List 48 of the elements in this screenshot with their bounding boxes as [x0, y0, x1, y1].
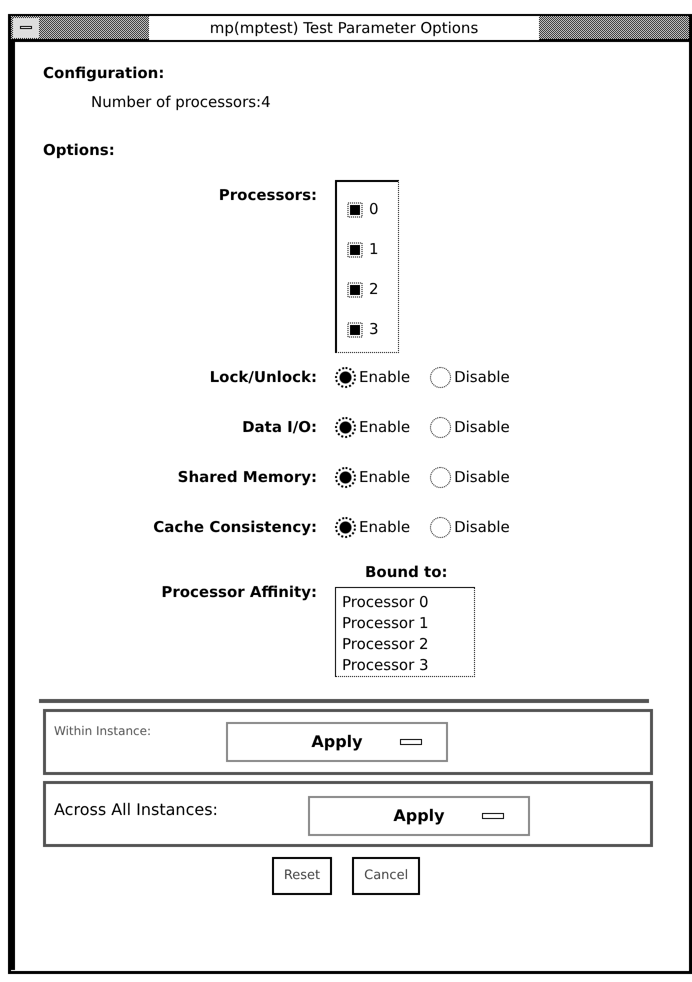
radio-option[interactable]: Disable [430, 466, 510, 489]
radio-icon[interactable] [430, 517, 452, 538]
radio-option[interactable]: Disable [430, 516, 510, 539]
group-label: Within Instance: [53, 723, 152, 740]
radio-icon[interactable] [335, 517, 356, 538]
checkbox-icon[interactable] [347, 282, 363, 298]
radio-option[interactable]: Disable [430, 366, 510, 389]
field-label: Lock/Unlock: [208, 367, 318, 388]
info-text: Number of processors:4 [90, 92, 272, 112]
list-item[interactable]: Processor 2 [342, 634, 472, 655]
dialog-button[interactable]: Cancel [352, 857, 420, 895]
checkbox-icon[interactable] [347, 242, 363, 258]
checkbox-item[interactable]: 2 [347, 270, 398, 310]
dialog-button[interactable]: Reset [272, 857, 332, 895]
checkbox-item[interactable]: 0 [347, 190, 398, 230]
radio-icon[interactable] [430, 367, 452, 388]
menu-mark-icon [482, 813, 504, 819]
radio-option[interactable]: Enable [335, 516, 410, 539]
radio-icon[interactable] [430, 467, 452, 488]
list-item[interactable]: Processor 1 [342, 613, 472, 634]
field-label: Shared Memory: [176, 467, 318, 488]
radio-icon[interactable] [335, 417, 356, 438]
radio-option[interactable]: Enable [335, 366, 410, 389]
field-label: Cache Consistency: [152, 517, 318, 538]
apply-menu-button[interactable]: Apply [226, 722, 448, 762]
radio-option[interactable]: Disable [430, 416, 510, 439]
apply-menu-button[interactable]: Apply [308, 796, 530, 836]
menu-mark-icon [400, 739, 422, 745]
radio-icon[interactable] [430, 417, 452, 438]
section-heading: Options: [43, 140, 116, 161]
field-label: Processors: [218, 184, 318, 206]
checkbox-item[interactable]: 3 [347, 310, 398, 350]
radio-icon[interactable] [335, 367, 356, 388]
window-menu-button[interactable] [13, 18, 39, 38]
checkbox-icon[interactable] [347, 322, 363, 338]
list-heading: Bound to: [365, 562, 449, 582]
checkbox-icon[interactable] [347, 202, 363, 218]
section-heading: Configuration: [43, 63, 166, 84]
radio-option[interactable]: Enable [335, 416, 410, 439]
checkbox-item[interactable]: 1 [347, 230, 398, 270]
radio-icon[interactable] [335, 467, 356, 488]
field-label: Data I/O: [241, 417, 318, 438]
list-item[interactable]: Processor 0 [342, 592, 472, 613]
radio-option[interactable]: Enable [335, 466, 410, 489]
field-label: Processor Affinity: [160, 582, 318, 603]
window-title: mp(mptest) Test Parameter Options [149, 16, 539, 40]
group-label: Across All Instances: [53, 799, 219, 821]
list-item[interactable]: Processor 3 [342, 655, 472, 676]
